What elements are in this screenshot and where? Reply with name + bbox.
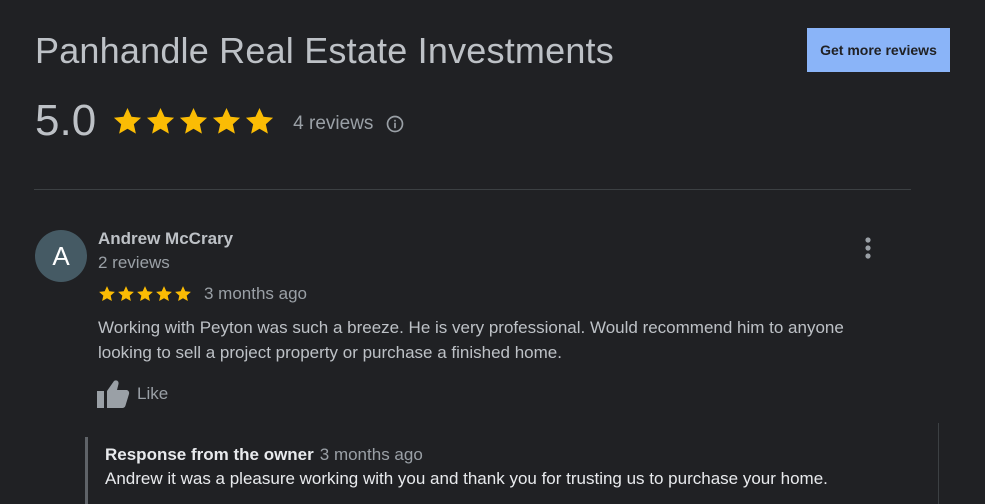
owner-response-date: 3 months ago	[319, 445, 423, 464]
total-review-count[interactable]: 4 reviews	[293, 113, 373, 135]
owner-response-text: Andrew it was a pleasure working with yo…	[105, 469, 828, 488]
reviewer-review-count: 2 reviews	[98, 253, 170, 272]
star-icon	[99, 286, 115, 302]
owner-response: Response from the owner 3 months ago And…	[85, 437, 908, 504]
review-date: 3 months ago	[204, 284, 308, 303]
owner-response-label: Response from the owner	[105, 445, 314, 464]
review-meta: 3 months ago	[98, 284, 307, 304]
like-button[interactable]: Like	[96, 378, 168, 410]
reviewer-name[interactable]: Andrew McCrary	[98, 229, 233, 249]
star-icon	[156, 286, 172, 302]
get-more-reviews-button[interactable]: Get more reviews	[807, 28, 950, 72]
owner-response-header: Response from the owner 3 months ago	[105, 445, 423, 465]
star-icon	[213, 107, 241, 134]
review-text: Working with Peyton was such a breeze. H…	[98, 318, 844, 362]
star-icon	[118, 286, 134, 302]
thumbs-up-icon	[97, 380, 130, 408]
more-vert-icon[interactable]	[858, 236, 878, 260]
business-title: Panhandle Real Estate Investments	[35, 30, 614, 71]
review-stars	[98, 285, 192, 303]
rating-stars	[112, 106, 275, 137]
star-icon	[114, 107, 142, 134]
rating-summary: 5.0 4 reviews	[35, 96, 405, 146]
star-icon	[175, 286, 191, 302]
star-icon	[246, 107, 274, 134]
star-icon	[180, 107, 208, 134]
avatar[interactable]: A	[35, 230, 87, 282]
scrollbar-track[interactable]	[938, 423, 939, 504]
section-divider	[34, 189, 911, 190]
star-icon	[137, 286, 153, 302]
info-icon[interactable]	[385, 114, 405, 134]
average-rating: 5.0	[35, 96, 97, 145]
reviews-panel: Panhandle Real Estate Investments Get mo…	[0, 0, 985, 504]
star-icon	[147, 107, 175, 134]
like-label: Like	[137, 384, 169, 403]
